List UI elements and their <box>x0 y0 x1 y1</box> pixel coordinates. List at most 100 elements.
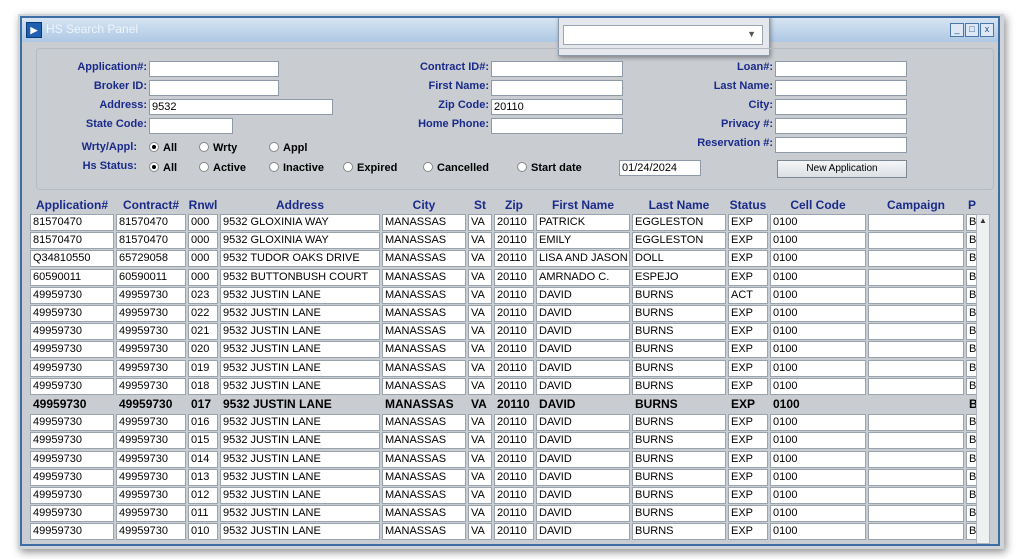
cell-contract[interactable]: 49959730 <box>116 341 186 359</box>
cell-first-name[interactable]: DAVID <box>536 450 630 468</box>
cell-campaign[interactable] <box>868 286 964 304</box>
cell-contract[interactable]: 49959730 <box>116 305 186 322</box>
cell-st[interactable]: VA <box>468 341 492 359</box>
cell-address[interactable]: 9532 BUTTONBUSH COURT <box>220 268 380 286</box>
cell-contract[interactable]: 49959730 <box>116 323 186 341</box>
cell-last-name[interactable]: BURNS <box>632 487 726 504</box>
cell-address[interactable]: 9532 GLOXINIA WAY <box>220 214 380 231</box>
cell-rnwl[interactable]: 011 <box>188 505 218 523</box>
column-header-first-name[interactable]: First Name <box>536 198 630 212</box>
cell-application[interactable]: 49959730 <box>30 468 114 486</box>
cell-st[interactable]: VA <box>468 414 492 432</box>
cell-campaign[interactable] <box>868 468 964 486</box>
cell-campaign[interactable] <box>868 432 964 450</box>
cell-first-name[interactable]: LISA AND JASON <box>536 250 630 268</box>
cell-last-name[interactable]: BURNS <box>632 341 726 359</box>
close-button[interactable]: x <box>980 23 994 37</box>
wrty-radio-wrty[interactable]: Wrty <box>199 142 237 154</box>
cell-contract[interactable]: 49959730 <box>116 396 186 413</box>
cell-cell-code[interactable]: 0100 <box>770 377 866 395</box>
cell-cell-code[interactable]: 0100 <box>770 323 866 341</box>
cell-first-name[interactable]: DAVID <box>536 468 630 486</box>
cell-contract[interactable]: 49959730 <box>116 359 186 377</box>
cell-rnwl[interactable]: 015 <box>188 432 218 450</box>
cell-first-name[interactable]: DAVID <box>536 341 630 359</box>
cell-city[interactable]: MANASSAS <box>382 232 466 250</box>
cell-city[interactable]: MANASSAS <box>382 487 466 504</box>
cell-cell-code[interactable]: 0100 <box>770 305 866 322</box>
vertical-scrollbar[interactable]: ▲ <box>976 214 990 544</box>
cell-zip[interactable]: 20110 <box>494 250 534 268</box>
cell-application[interactable]: 49959730 <box>30 432 114 450</box>
cell-first-name[interactable]: EMILY <box>536 232 630 250</box>
reservation-input[interactable] <box>775 137 907 153</box>
start-date-input[interactable]: 01/24/2024 <box>619 160 701 176</box>
cell-city[interactable]: MANASSAS <box>382 377 466 395</box>
cell-zip[interactable]: 20110 <box>494 214 534 231</box>
cell-application[interactable]: 81570470 <box>30 232 114 250</box>
cell-status[interactable]: EXP <box>728 232 768 250</box>
scroll-up-icon[interactable]: ▲ <box>978 216 988 226</box>
cell-rnwl[interactable]: 014 <box>188 450 218 468</box>
title-bar[interactable]: ▶ HS Search Panel _ □ x <box>22 18 998 42</box>
cell-status[interactable]: EXP <box>728 414 768 432</box>
column-header-st[interactable]: St <box>468 198 492 212</box>
cell-st[interactable]: VA <box>468 396 492 413</box>
home-phone-input[interactable] <box>491 118 623 134</box>
cell-last-name[interactable]: BURNS <box>632 359 726 377</box>
status-radio-expired[interactable]: Expired <box>343 162 397 174</box>
column-header-last-name[interactable]: Last Name <box>632 198 726 212</box>
cell-zip[interactable]: 20110 <box>494 450 534 468</box>
cell-zip[interactable]: 20110 <box>494 305 534 322</box>
cell-campaign[interactable] <box>868 505 964 523</box>
cell-rnwl[interactable]: 019 <box>188 359 218 377</box>
cell-application[interactable]: 49959730 <box>30 305 114 322</box>
cell-application[interactable]: 49959730 <box>30 414 114 432</box>
cell-cell-code[interactable]: 0100 <box>770 214 866 231</box>
cell-address[interactable]: 9532 JUSTIN LANE <box>220 414 380 432</box>
cell-last-name[interactable]: BURNS <box>632 505 726 523</box>
cell-st[interactable]: VA <box>468 268 492 286</box>
cell-application[interactable]: 49959730 <box>30 450 114 468</box>
address-input[interactable]: 9532 <box>149 99 333 115</box>
cell-st[interactable]: VA <box>468 487 492 504</box>
cell-campaign[interactable] <box>868 232 964 250</box>
cell-st[interactable]: VA <box>468 505 492 523</box>
cell-status[interactable]: EXP <box>728 377 768 395</box>
column-header-cell-code[interactable]: Cell Code <box>770 198 866 212</box>
cell-rnwl[interactable]: 000 <box>188 214 218 231</box>
cell-st[interactable]: VA <box>468 305 492 322</box>
cell-last-name[interactable]: BURNS <box>632 432 726 450</box>
cell-status[interactable]: EXP <box>728 250 768 268</box>
cell-rnwl[interactable]: 016 <box>188 414 218 432</box>
cell-city[interactable]: MANASSAS <box>382 414 466 432</box>
status-radio-cancelled[interactable]: Cancelled <box>423 162 489 174</box>
cell-last-name[interactable]: BURNS <box>632 396 726 413</box>
cell-rnwl[interactable]: 000 <box>188 232 218 250</box>
cell-city[interactable]: MANASSAS <box>382 323 466 341</box>
cell-cell-code[interactable]: 0100 <box>770 487 866 504</box>
cell-cell-code[interactable]: 0100 <box>770 341 866 359</box>
cell-address[interactable]: 9532 TUDOR OAKS DRIVE <box>220 250 380 268</box>
cell-contract[interactable]: 49959730 <box>116 377 186 395</box>
cell-campaign[interactable] <box>868 359 964 377</box>
cell-rnwl[interactable]: 023 <box>188 286 218 304</box>
cell-zip[interactable]: 20110 <box>494 232 534 250</box>
cell-cell-code[interactable]: 0100 <box>770 414 866 432</box>
cell-rnwl[interactable]: 020 <box>188 341 218 359</box>
cell-last-name[interactable]: BURNS <box>632 414 726 432</box>
cell-last-name[interactable]: BURNS <box>632 450 726 468</box>
cell-st[interactable]: VA <box>468 377 492 395</box>
cell-rnwl[interactable]: 018 <box>188 377 218 395</box>
cell-st[interactable]: VA <box>468 323 492 341</box>
cell-status[interactable]: EXP <box>728 323 768 341</box>
cell-city[interactable]: MANASSAS <box>382 359 466 377</box>
cell-rnwl[interactable]: 017 <box>188 396 218 413</box>
contract-input[interactable] <box>491 61 623 77</box>
cell-first-name[interactable]: DAVID <box>536 523 630 541</box>
status-radio-inactive[interactable]: Inactive <box>269 162 324 174</box>
status-radio-all[interactable]: All <box>149 162 177 174</box>
cell-contract[interactable]: 49959730 <box>116 468 186 486</box>
cell-campaign[interactable] <box>868 450 964 468</box>
new-application-button[interactable]: New Application <box>777 160 907 178</box>
